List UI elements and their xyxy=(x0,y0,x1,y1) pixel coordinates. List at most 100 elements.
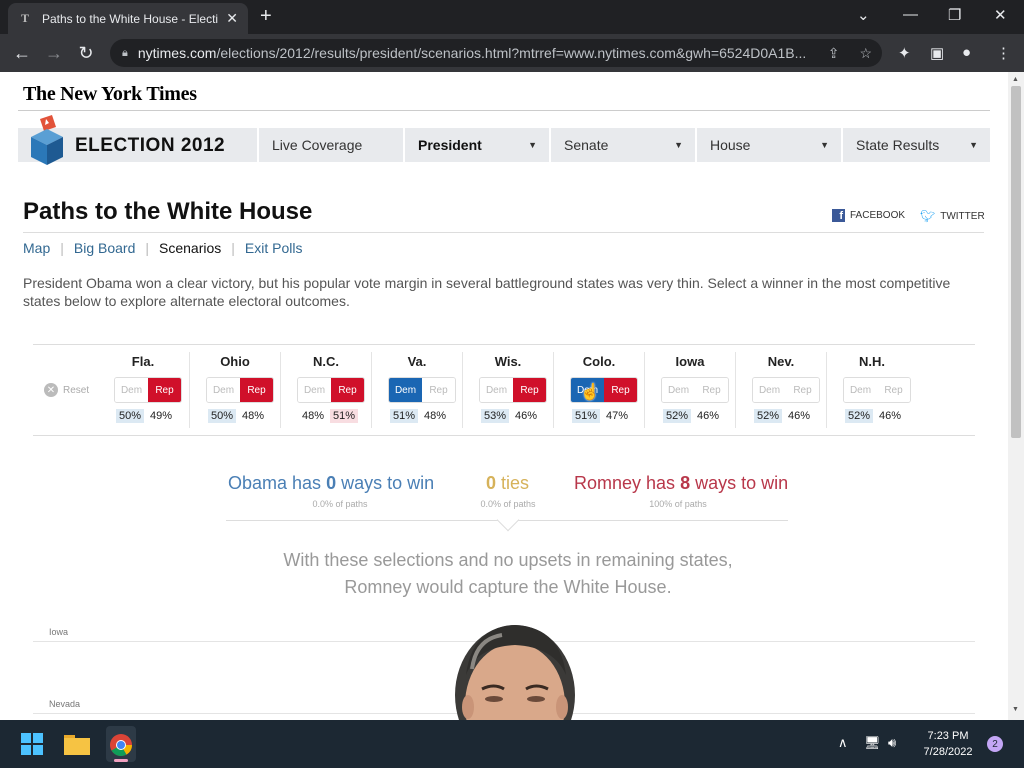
url-text[interactable]: nytimes.com/elections/2012/results/presi… xyxy=(138,45,818,61)
vote-percentages: 51% 47% xyxy=(572,409,634,423)
dem-button[interactable]: Dem xyxy=(480,378,513,402)
nav-house[interactable]: House ▼ xyxy=(695,128,841,162)
minimize-icon[interactable]: — xyxy=(903,6,918,23)
state-name: N.C. xyxy=(313,354,339,369)
notification-badge[interactable]: 2 xyxy=(987,736,1003,752)
sidepanel-icon[interactable]: ▣ xyxy=(930,44,944,62)
nyt-logo[interactable]: The New York Times xyxy=(23,83,197,106)
dem-button[interactable]: Dem xyxy=(753,378,786,402)
page-title: Paths to the White House xyxy=(23,198,313,225)
dem-button[interactable]: Dem xyxy=(207,378,240,402)
rep-button[interactable]: Rep xyxy=(786,378,819,402)
romney-paths-percent: 100% of paths xyxy=(649,499,707,509)
dem-percent: 50% xyxy=(116,409,145,423)
show-hidden-icons-icon[interactable]: ∧ xyxy=(838,735,848,751)
vote-percentages: 53% 46% xyxy=(481,409,543,423)
state-name: Wis. xyxy=(494,354,522,369)
outcome-summary: With these selections and no upsets in r… xyxy=(283,550,733,597)
windows-start-icon[interactable] xyxy=(21,733,43,755)
subnav-scenarios[interactable]: Scenarios xyxy=(159,240,221,256)
state-colo: Colo. Dem Rep 51% 47% ☝ xyxy=(553,352,643,428)
facebook-icon: f xyxy=(832,209,845,222)
chrome-icon[interactable] xyxy=(109,733,133,757)
tab-search-icon[interactable]: ⌄ xyxy=(857,6,870,24)
rep-button[interactable]: Rep xyxy=(604,378,637,402)
close-tab-icon[interactable]: ✕ xyxy=(226,10,238,27)
caret-down-icon: ▼ xyxy=(820,140,829,150)
nav-live-coverage[interactable]: Live Coverage xyxy=(257,128,403,162)
lock-icon[interactable]: 🔒︎ xyxy=(122,47,128,60)
dem-button[interactable]: Dem xyxy=(662,378,695,402)
facebook-share[interactable]: f FACEBOOK xyxy=(832,209,905,222)
twitter-bird-icon: 🐦︎ xyxy=(920,209,936,223)
state-fla: Fla. Dem Rep 50% 49% xyxy=(98,352,188,428)
rep-button[interactable]: Rep xyxy=(331,378,364,402)
file-explorer-icon[interactable] xyxy=(64,733,90,755)
dem-button[interactable]: Dem xyxy=(115,378,148,402)
nyt-favicon-icon: T xyxy=(20,11,29,25)
nav-president[interactable]: President ▼ xyxy=(403,128,549,162)
address-bar[interactable]: 🔒︎ nytimes.com/elections/2012/results/pr… xyxy=(110,39,882,67)
caret-down-icon: ▼ xyxy=(528,140,537,150)
share-icon[interactable]: ⇪ xyxy=(828,45,840,62)
browser-toolbar: ← → ↻ 🔒︎ nytimes.com/elections/2012/resu… xyxy=(0,34,1024,72)
obama-outcome: Obama has 0 ways to win xyxy=(228,473,435,493)
rep-percent: 48% xyxy=(424,410,447,422)
subnav-big-board[interactable]: Big Board xyxy=(74,240,135,256)
ties-paths-percent: 0.0% of paths xyxy=(480,499,536,509)
rep-button[interactable]: Rep xyxy=(148,378,181,402)
section-title[interactable]: ELECTION 2012 xyxy=(75,135,225,157)
subnav-exit-polls[interactable]: Exit Polls xyxy=(245,240,303,256)
restore-icon[interactable]: ❐ xyxy=(948,6,961,24)
rep-button[interactable]: Rep xyxy=(877,378,910,402)
volume-icon[interactable]: 🔊︎ xyxy=(888,735,896,751)
rep-button[interactable]: Rep xyxy=(422,378,455,402)
browser-tab[interactable]: T Paths to the White House - Electi ✕ xyxy=(8,3,248,34)
dem-button[interactable]: Dem xyxy=(389,378,422,402)
dem-rep-toggle: Dem Rep xyxy=(752,377,820,403)
scroll-up-icon[interactable]: ▲ xyxy=(1012,76,1019,83)
state-nev: Nev. Dem Rep 52% 46% xyxy=(735,352,825,428)
system-clock[interactable]: 7:23 PM 7/28/2022 xyxy=(918,728,978,760)
timeline-label-iowa: Iowa xyxy=(49,627,69,637)
scrollbar-thumb[interactable] xyxy=(1011,86,1021,438)
dem-button[interactable]: Dem xyxy=(844,378,877,402)
bookmark-star-icon[interactable]: ☆ xyxy=(859,45,872,62)
new-tab-icon[interactable]: + xyxy=(260,6,272,26)
profile-icon[interactable]: ● xyxy=(962,44,971,61)
state-ohio: Ohio Dem Rep 50% 48% xyxy=(189,352,279,428)
scroll-down-icon[interactable]: ▼ xyxy=(1012,706,1019,713)
state-wis: Wis. Dem Rep 53% 46% xyxy=(462,352,552,428)
back-icon[interactable]: ← xyxy=(6,43,38,64)
close-window-icon[interactable]: ✕ xyxy=(994,6,1007,24)
twitter-share[interactable]: 🐦︎ TWITTER xyxy=(920,209,985,223)
state-name: Nev. xyxy=(767,354,795,369)
subnav-map[interactable]: Map xyxy=(23,240,50,256)
dem-percent: 51% xyxy=(390,409,419,423)
nav-senate[interactable]: Senate ▼ xyxy=(549,128,695,162)
rep-button[interactable]: Rep xyxy=(695,378,728,402)
state-iowa: Iowa Dem Rep 52% 46% xyxy=(644,352,734,428)
nav-state-results[interactable]: State Results ▼ xyxy=(841,128,990,162)
rep-percent: 48% xyxy=(242,410,265,422)
dem-percent: 48% xyxy=(302,410,325,422)
extensions-icon[interactable]: ✦ xyxy=(898,44,911,62)
dem-rep-toggle: Dem Rep xyxy=(114,377,182,403)
state-nc: N.C. Dem Rep 48% 51% xyxy=(280,352,370,428)
dem-percent: 52% xyxy=(845,409,874,423)
menu-icon[interactable]: ⋮ xyxy=(996,44,1011,62)
rep-button[interactable]: Rep xyxy=(240,378,273,402)
rep-percent: 46% xyxy=(697,410,720,422)
page-scrollbar[interactable]: ▲ ▼ xyxy=(1008,72,1024,720)
caret-down-icon: ▼ xyxy=(674,140,683,150)
obama-paths-percent: 0.0% of paths xyxy=(312,499,368,509)
caret-down-icon: ▼ xyxy=(969,140,978,150)
state-name: Va. xyxy=(407,354,427,369)
forward-icon[interactable]: → xyxy=(38,43,70,64)
sub-navigation: Map | Big Board | Scenarios | Exit Polls xyxy=(23,240,303,256)
rep-button[interactable]: Rep xyxy=(513,378,546,402)
reset-button[interactable]: ✕ Reset xyxy=(44,383,89,397)
network-icon[interactable]: 🖥︎ xyxy=(864,735,881,751)
dem-button[interactable]: Dem xyxy=(298,378,331,402)
reload-icon[interactable]: ↻ xyxy=(70,43,102,64)
